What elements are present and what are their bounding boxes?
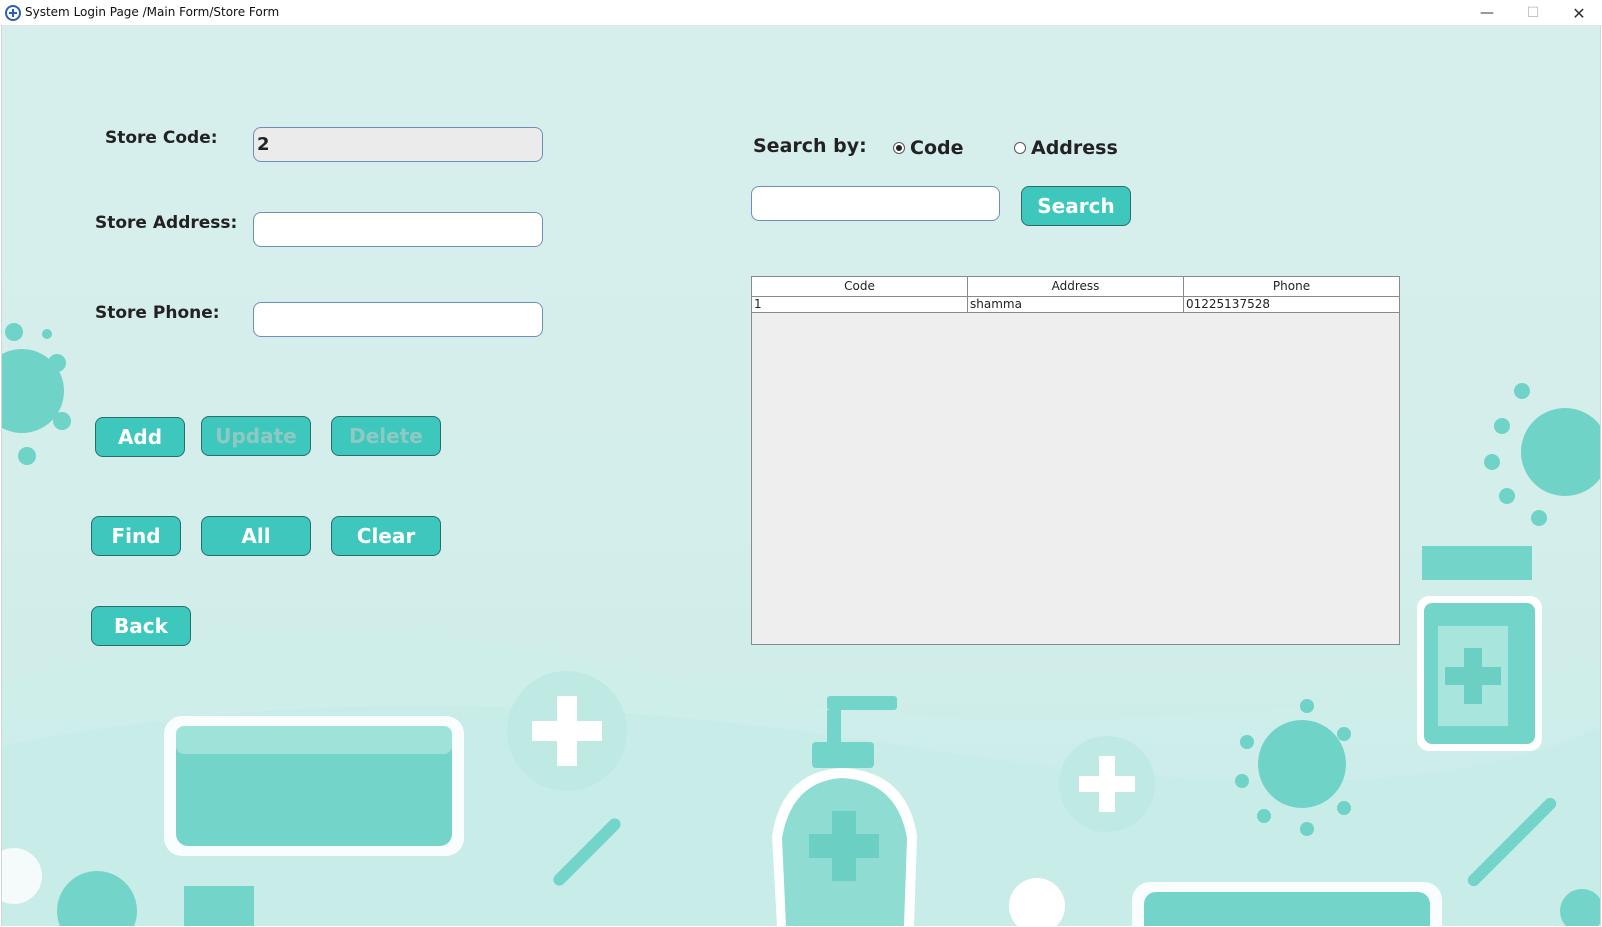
store-phone-field[interactable]	[253, 302, 543, 337]
clear-button[interactable]: Clear	[331, 516, 441, 556]
stores-table[interactable]: Code Address Phone 1 shamma 01225137528	[751, 276, 1400, 645]
radio-code[interactable]: Code	[893, 137, 963, 159]
table-header: Code Address Phone	[752, 277, 1399, 297]
radio-code-label: Code	[910, 137, 964, 159]
store-code-label: Store Code:	[105, 128, 218, 148]
minimize-button[interactable]: —	[1464, 0, 1510, 26]
search-by-label: Search by:	[753, 135, 867, 157]
column-header-phone[interactable]: Phone	[1184, 277, 1399, 296]
radio-address-label: Address	[1031, 137, 1118, 159]
table-row[interactable]: 1 shamma 01225137528	[752, 297, 1399, 313]
face-mask-icon	[164, 716, 464, 856]
store-code-field[interactable]	[253, 127, 543, 162]
cell-phone[interactable]: 01225137528	[1184, 297, 1399, 312]
app-icon	[5, 5, 21, 21]
maximize-button[interactable]: ☐	[1510, 0, 1556, 26]
window-title: System Login Page /Main Form/Store Form	[25, 5, 280, 19]
title-bar: System Login Page /Main Form/Store Form …	[0, 0, 1602, 26]
back-button[interactable]: Back	[91, 606, 191, 646]
radio-code-indicator[interactable]	[893, 142, 905, 154]
plus-circle-icon-1	[507, 671, 627, 791]
virus-icon-right	[1484, 383, 1600, 526]
find-button[interactable]: Find	[91, 516, 181, 556]
search-button[interactable]: Search	[1021, 186, 1131, 226]
close-button[interactable]: ✕	[1556, 0, 1602, 26]
search-input[interactable]	[751, 186, 1000, 221]
store-phone-label: Store Phone:	[95, 303, 220, 323]
cell-address[interactable]: shamma	[968, 297, 1184, 312]
update-button[interactable]: Update	[201, 416, 311, 456]
cell-code[interactable]: 1	[752, 297, 968, 312]
radio-address[interactable]: Address	[1014, 137, 1118, 159]
store-address-label: Store Address:	[95, 213, 238, 233]
delete-button[interactable]: Delete	[331, 416, 441, 456]
medicine-bottle-icon	[1417, 546, 1542, 751]
column-header-address[interactable]: Address	[968, 277, 1184, 296]
store-address-field[interactable]	[253, 212, 543, 247]
radio-address-indicator[interactable]	[1014, 142, 1026, 154]
plus-circle-icon-2	[1059, 736, 1155, 832]
virus-icon-left	[2, 323, 71, 465]
add-button[interactable]: Add	[95, 417, 185, 457]
all-button[interactable]: All	[201, 516, 311, 556]
column-header-code[interactable]: Code	[752, 277, 968, 296]
